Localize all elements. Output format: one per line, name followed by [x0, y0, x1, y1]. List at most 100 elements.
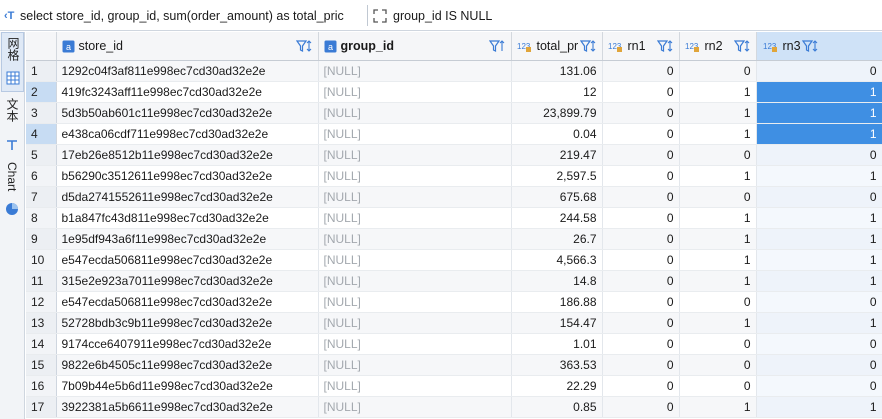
table-row[interactable]: 17 3922381a5b6611e998ec7cd30ad32e2e [NULL]… [26, 396, 882, 418]
table-row[interactable]: 11 315e2e923a7011e998ec7cd30ad32e2e [NULL]… [26, 270, 882, 292]
cell-rn3[interactable]: 1 [756, 102, 882, 124]
query-text[interactable]: select store_id, group_id, sum(order_amo… [20, 8, 365, 24]
row-number[interactable]: 4 [26, 123, 57, 145]
table-row[interactable]: 16 7b09b44e5b6d11e998ec7cd30ad32e2e [NULL]… [26, 375, 882, 397]
cell-rn1[interactable]: 0 [602, 144, 680, 166]
cell-store-id[interactable]: 9822e6b4505c11e998ec7cd30ad32e2e [56, 354, 319, 376]
cell-rn3[interactable]: 0 [756, 354, 882, 376]
cell-rn2[interactable]: 0 [679, 333, 757, 355]
cell-store-id[interactable]: 5d3b50ab601c11e998ec7cd30ad32e2e [56, 102, 319, 124]
table-row[interactable]: 12 e547ecda506811e998ec7cd30ad32e2e [NULL]… [26, 291, 882, 313]
cell-group-id[interactable]: [NULL] [318, 60, 512, 82]
row-number[interactable]: 7 [26, 186, 57, 208]
table-row[interactable]: 7 d5da2741552611e998ec7cd30ad32e2e [NULL] 6… [26, 186, 882, 208]
cell-group-id[interactable]: [NULL] [318, 186, 512, 208]
cell-store-id[interactable]: 1292c04f3af811e998ec7cd30ad32e2e [56, 60, 319, 82]
column-header-total-price[interactable]: 123 total_price [511, 32, 603, 61]
cell-rn2[interactable]: 1 [679, 228, 757, 250]
cell-group-id[interactable]: [NULL] [318, 228, 512, 250]
table-row[interactable]: 13 52728bdb3c9b11e998ec7cd30ad32e2e [NULL]… [26, 312, 882, 334]
cell-rn1[interactable]: 0 [602, 333, 680, 355]
cell-total-price[interactable]: 22.29 [511, 375, 603, 397]
cell-total-price[interactable]: 363.53 [511, 354, 603, 376]
row-number[interactable]: 9 [26, 228, 57, 250]
cell-rn1[interactable]: 0 [602, 228, 680, 250]
table-row[interactable]: 8 b1a847fc43d811e998ec7cd30ad32e2e [NULL] 2… [26, 207, 882, 229]
column-header-store-id[interactable]: a store_id [56, 32, 319, 61]
tab-text[interactable]: 文本 [1, 94, 24, 156]
cell-rn1[interactable]: 0 [602, 123, 680, 145]
cell-rn1[interactable]: 0 [602, 81, 680, 103]
row-number[interactable]: 14 [26, 333, 57, 355]
cell-total-price[interactable]: 23,899.79 [511, 102, 603, 124]
filter-sort-icon[interactable] [295, 39, 314, 53]
cell-store-id[interactable]: 17eb26e8512b11e998ec7cd30ad32e2e [56, 144, 319, 166]
table-row[interactable]: 2 419fc3243aff11e998ec7cd30ad32e2e [NULL] 1… [26, 81, 882, 103]
cell-rn2[interactable]: 0 [679, 186, 757, 208]
cell-rn3[interactable]: 1 [756, 81, 882, 103]
cell-store-id[interactable]: b56290c3512611e998ec7cd30ad32e2e [56, 165, 319, 187]
cell-store-id[interactable]: 7b09b44e5b6d11e998ec7cd30ad32e2e [56, 375, 319, 397]
cell-total-price[interactable]: 1.01 [511, 333, 603, 355]
row-number[interactable]: 15 [26, 354, 57, 376]
cell-total-price[interactable]: 186.88 [511, 291, 603, 313]
cell-rn2[interactable]: 1 [679, 102, 757, 124]
column-header-rn3[interactable]: 123 rn3 [756, 32, 882, 61]
sql-query-icon[interactable]: ‹T [4, 9, 18, 23]
cell-group-id[interactable]: [NULL] [318, 375, 512, 397]
filter-sort-icon[interactable] [488, 39, 507, 53]
row-number[interactable]: 1 [26, 60, 57, 82]
cell-rn3[interactable]: 0 [756, 144, 882, 166]
cell-group-id[interactable]: [NULL] [318, 270, 512, 292]
cell-rn3[interactable]: 1 [756, 312, 882, 334]
tab-grid[interactable]: 网格 [1, 32, 24, 92]
cell-rn2[interactable]: 1 [679, 165, 757, 187]
filter-sort-icon[interactable] [801, 39, 820, 53]
cell-rn3[interactable]: 0 [756, 333, 882, 355]
row-number[interactable]: 6 [26, 165, 57, 187]
cell-rn2[interactable]: 1 [679, 396, 757, 418]
cell-store-id[interactable]: e547ecda506811e998ec7cd30ad32e2e [56, 249, 319, 271]
cell-total-price[interactable]: 0.04 [511, 123, 603, 145]
cell-rn3[interactable]: 1 [756, 207, 882, 229]
cell-rn3[interactable]: 1 [756, 270, 882, 292]
row-number[interactable]: 16 [26, 375, 57, 397]
row-number[interactable]: 11 [26, 270, 57, 292]
filter-sort-icon[interactable] [579, 39, 598, 53]
cell-rn2[interactable]: 0 [679, 375, 757, 397]
cell-total-price[interactable]: 131.06 [511, 60, 603, 82]
cell-rn3[interactable]: 0 [756, 60, 882, 82]
cell-rn1[interactable]: 0 [602, 102, 680, 124]
row-number[interactable]: 12 [26, 291, 57, 313]
cell-total-price[interactable]: 2,597.5 [511, 165, 603, 187]
row-number[interactable]: 13 [26, 312, 57, 334]
cell-group-id[interactable]: [NULL] [318, 333, 512, 355]
cell-rn1[interactable]: 0 [602, 270, 680, 292]
cell-group-id[interactable]: [NULL] [318, 144, 512, 166]
cell-rn1[interactable]: 0 [602, 312, 680, 334]
column-header-rn2[interactable]: 123 rn2 [679, 32, 757, 61]
cell-store-id[interactable]: 3922381a5b6611e998ec7cd30ad32e2e [56, 396, 319, 418]
cell-total-price[interactable]: 0.85 [511, 396, 603, 418]
cell-rn3[interactable]: 0 [756, 186, 882, 208]
table-row[interactable]: 14 9174cce6407911e998ec7cd30ad32e2e [NULL]… [26, 333, 882, 355]
cell-rn2[interactable]: 0 [679, 291, 757, 313]
cell-store-id[interactable]: 419fc3243aff11e998ec7cd30ad32e2e [56, 81, 319, 103]
expand-icon[interactable] [372, 8, 388, 24]
cell-store-id[interactable]: e547ecda506811e998ec7cd30ad32e2e [56, 291, 319, 313]
cell-rn2[interactable]: 1 [679, 312, 757, 334]
tab-chart[interactable]: Chart [1, 158, 24, 220]
cell-rn2[interactable]: 1 [679, 270, 757, 292]
cell-rn3[interactable]: 0 [756, 291, 882, 313]
cell-store-id[interactable]: e438ca06cdf711e998ec7cd30ad32e2e [56, 123, 319, 145]
cell-rn1[interactable]: 0 [602, 354, 680, 376]
cell-rn3[interactable]: 1 [756, 396, 882, 418]
cell-group-id[interactable]: [NULL] [318, 291, 512, 313]
cell-store-id[interactable]: b1a847fc43d811e998ec7cd30ad32e2e [56, 207, 319, 229]
cell-rn1[interactable]: 0 [602, 60, 680, 82]
cell-store-id[interactable]: 1e95df943a6f11e998ec7cd30ad32e2e [56, 228, 319, 250]
cell-group-id[interactable]: [NULL] [318, 249, 512, 271]
table-row[interactable]: 1 1292c04f3af811e998ec7cd30ad32e2e [NULL] 1… [26, 60, 882, 82]
cell-rn1[interactable]: 0 [602, 207, 680, 229]
cell-rn2[interactable]: 1 [679, 123, 757, 145]
